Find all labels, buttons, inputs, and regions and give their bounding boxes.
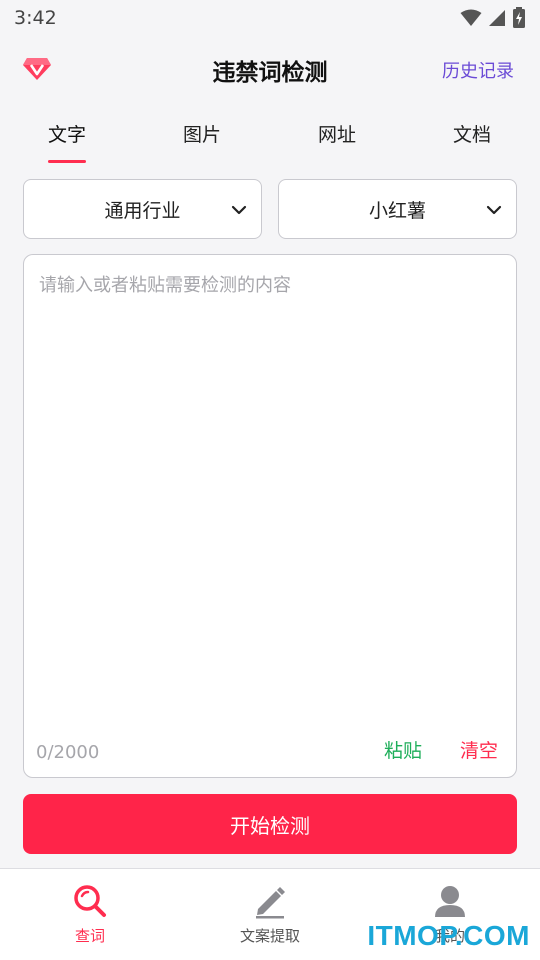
start-detection-button[interactable]: 开始检测 bbox=[23, 794, 517, 854]
industry-select-value: 通用行业 bbox=[104, 199, 181, 222]
tab-image[interactable]: 图片 bbox=[162, 120, 242, 147]
industry-select[interactable]: 通用行业 bbox=[23, 179, 262, 239]
content-input-placeholder: 请输入或者粘贴需要检测的内容 bbox=[39, 275, 291, 296]
app-header: 违禁词检测 历史记录 bbox=[0, 44, 540, 96]
chevron-down-icon bbox=[231, 205, 247, 215]
clear-button[interactable]: 清空 bbox=[460, 736, 498, 763]
status-time: 3:42 bbox=[14, 7, 57, 29]
tab-active-indicator bbox=[48, 160, 86, 163]
paste-button[interactable]: 粘贴 bbox=[384, 736, 422, 763]
history-link[interactable]: 历史记录 bbox=[442, 57, 514, 83]
content-input[interactable]: 请输入或者粘贴需要检测的内容 0/2000 粘贴 清空 bbox=[23, 254, 517, 778]
nav-label-search: 查词 bbox=[74, 927, 105, 945]
status-icons bbox=[460, 7, 526, 29]
platform-select[interactable]: 小红薯 bbox=[278, 179, 517, 239]
character-counter: 0/2000 bbox=[36, 742, 100, 763]
edit-icon bbox=[256, 887, 285, 919]
battery-charging-icon bbox=[513, 7, 525, 28]
user-icon bbox=[435, 886, 465, 917]
page-title: 违禁词检测 bbox=[212, 60, 328, 86]
nav-item-copy-extract[interactable]: 文案提取 bbox=[180, 869, 360, 960]
nav-label-copy-extract: 文案提取 bbox=[239, 927, 300, 945]
watermark: ITMOP.COM bbox=[367, 920, 530, 951]
tab-text[interactable]: 文字 bbox=[27, 120, 107, 147]
vip-diamond-icon[interactable] bbox=[22, 56, 52, 82]
wifi-icon bbox=[460, 9, 482, 26]
nav-item-search[interactable]: 查词 bbox=[0, 869, 180, 960]
chevron-down-icon bbox=[486, 205, 502, 215]
platform-select-value: 小红薯 bbox=[368, 199, 426, 222]
search-icon bbox=[74, 885, 106, 917]
signal-icon bbox=[489, 10, 505, 26]
tab-bar: 文字 图片 网址 文档 bbox=[0, 112, 540, 166]
tab-url[interactable]: 网址 bbox=[297, 120, 377, 147]
status-bar: 3:42 bbox=[0, 0, 540, 36]
tab-document[interactable]: 文档 bbox=[432, 120, 512, 147]
